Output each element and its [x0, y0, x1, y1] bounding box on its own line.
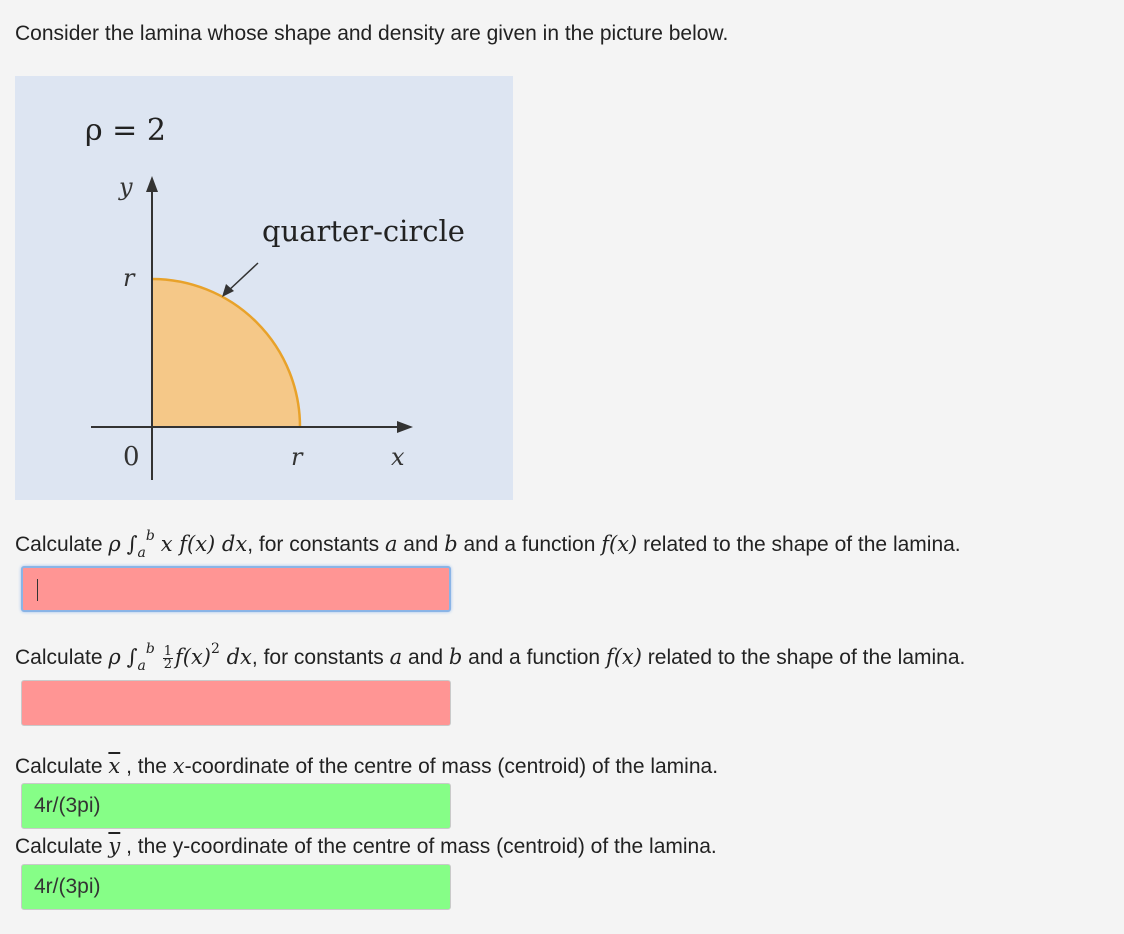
q3-xbar: x: [108, 754, 121, 778]
q2-a: a: [389, 645, 403, 669]
q3-answer-input[interactable]: 4r/(3pi): [21, 783, 451, 829]
q2-integrand: f(x): [175, 645, 212, 669]
lamina-figure: ρ = 2 y quarter-circle r 0 r x: [15, 76, 513, 500]
q1-answer-input[interactable]: [21, 566, 451, 612]
q4-answer-value: 4r/(3pi): [34, 875, 101, 898]
q2-upper-limit: b: [145, 641, 155, 657]
density-label: ρ = 2: [85, 113, 166, 148]
origin-label: 0: [123, 442, 140, 472]
q1-fx: f(x): [601, 532, 638, 556]
q4-prefix: Calculate: [15, 835, 109, 858]
shape-label: quarter-circle: [262, 214, 465, 248]
y-axis-label: y: [118, 173, 133, 201]
question-2: Calculate ρ ∫ab 1 2 f(x)2 dx, for constant…: [15, 641, 966, 674]
q3-suffix: -coordinate of the centre of mass (centr…: [184, 755, 719, 778]
lamina-diagram: ρ = 2 y quarter-circle r 0 r x: [15, 76, 513, 500]
question-1: Calculate ρ ∫ab x f(x) dx, for constants…: [15, 528, 961, 561]
q1-b: b: [444, 532, 458, 556]
q1-integrand: x f(x) dx: [160, 532, 248, 556]
q4-answer-input[interactable]: 4r/(3pi): [21, 864, 451, 910]
q2-fx: f(x): [605, 645, 642, 669]
q2-lower-limit: a: [137, 658, 146, 674]
q1-and: and: [397, 533, 445, 556]
q2-b: b: [448, 645, 463, 669]
r-horizontal-label: r: [291, 443, 304, 471]
question-4: Calculate y , the y-coordinate of the ce…: [15, 834, 717, 859]
q2-and: and: [402, 646, 449, 669]
q1-func-text: and a function: [457, 533, 602, 556]
text-caret: [37, 579, 38, 602]
q2-suffix: related to the shape of the lamina.: [641, 646, 966, 669]
q3-prefix: Calculate: [15, 755, 109, 778]
q2-dx: dx: [219, 645, 252, 669]
q3-middle: , the: [120, 755, 173, 778]
q2-prefix: Calculate: [15, 646, 109, 669]
q1-prefix: Calculate: [15, 533, 109, 556]
q1-a: a: [384, 532, 398, 556]
q2-answer-input[interactable]: [21, 680, 451, 726]
q1-mid: , for constants: [247, 533, 385, 556]
q3-coord: x: [172, 754, 185, 778]
q4-suffix: , the y-coordinate of the centre of mass…: [120, 835, 717, 858]
q2-rho: ρ: [108, 645, 121, 669]
intro-text: Consider the lamina whose shape and dens…: [15, 22, 729, 45]
q4-ybar: y: [108, 834, 121, 858]
r-vertical-label: r: [123, 264, 136, 292]
question-3: Calculate x , the x-coordinate of the ce…: [15, 754, 718, 779]
q2-power: 2: [211, 641, 220, 657]
q3-answer-value: 4r/(3pi): [34, 794, 101, 817]
q1-lower-limit: a: [137, 545, 146, 561]
q1-rho: ρ: [108, 532, 121, 556]
q2-func-text: and a function: [462, 646, 606, 669]
q2-mid: , for constants: [251, 646, 390, 669]
q1-upper-limit: b: [145, 528, 155, 544]
x-axis-label: x: [391, 443, 405, 471]
q2-frac-den: 2: [163, 656, 172, 672]
q1-integral-sign: ∫: [126, 532, 138, 556]
q1-suffix: related to the shape of the lamina.: [637, 533, 961, 556]
q2-integral-sign: ∫: [126, 645, 138, 669]
q2-fraction: 12: [162, 645, 173, 672]
